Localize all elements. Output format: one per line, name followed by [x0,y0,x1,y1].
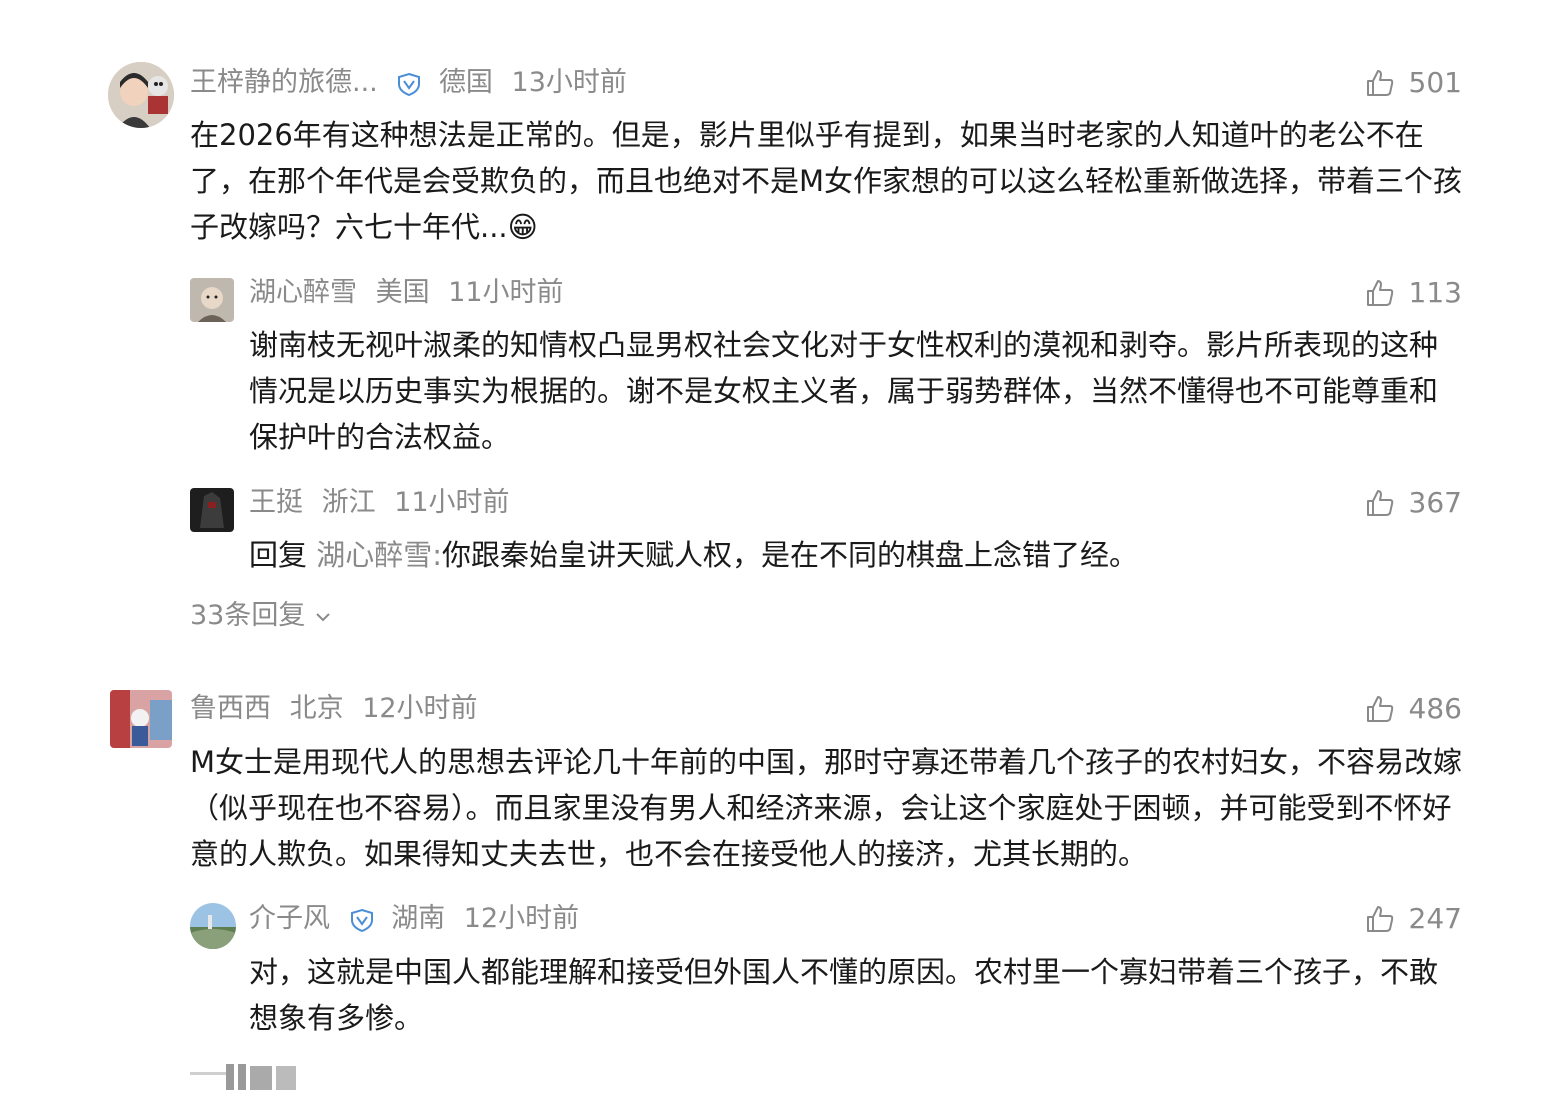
like-button[interactable]: 367 [1365,485,1462,521]
like-button[interactable]: 501 [1365,65,1462,101]
reply-meta: 王挺 浙江 11小时前 [249,485,520,521]
more-replies-label: 33条回复 [190,600,306,631]
timestamp: 11小时前 [394,487,510,518]
like-count: 367 [1408,486,1462,519]
avatar[interactable] [190,903,236,949]
like-button[interactable]: 247 [1365,901,1462,937]
comment-meta: 鲁西西 北京 12小时前 [190,691,488,727]
reply-text: 对，这就是中国人都能理解和接受但外国人不懂的原因。农村里一个寡妇带着三个孩子，不… [249,955,1439,1035]
avatar[interactable] [190,488,234,532]
thumbs-up-icon [1366,490,1393,516]
location: 浙江 [321,487,376,518]
thumbs-up-icon [1366,906,1393,932]
more-replies-link[interactable]: 33条回复 [190,598,332,634]
timestamp: 12小时前 [463,903,580,934]
chevron-down-icon [316,612,330,621]
thumbs-up-icon [1366,70,1393,96]
username[interactable]: 王挺 [249,487,303,518]
verified-badge-icon [398,72,421,96]
verified-badge-icon [350,908,373,932]
like-count: 501 [1408,66,1462,99]
comment-meta: 王梓静的旅德... 德国 13小时前 [190,65,637,101]
thumbs-up-icon [1366,696,1393,722]
timestamp: 11小时前 [448,277,564,308]
avatar[interactable] [108,62,174,128]
avatar[interactable] [190,278,234,322]
reply-text: 回复 湖心醉雪:你跟秦始皇讲天赋人权，是在不同的棋盘上念错了经。 [249,532,1464,578]
reply-text: 谢南枝无视叶淑柔的知情权凸显男权社会文化对于女性权利的漠视和剥夺。影片所表现的这… [249,328,1439,454]
timestamp: 13小时前 [511,67,627,98]
reply-meta: 介子风 湖南 12小时前 [249,901,589,937]
like-button[interactable]: 113 [1365,275,1462,311]
location: 德国 [438,67,493,98]
reply-prefix: 回复 [249,538,308,572]
comment-text: 在2026年有这种想法是正常的。但是，影片里似乎有提到，如果当时老家的人知道叶的… [190,118,1463,244]
username[interactable]: 介子风 [249,903,330,934]
username[interactable]: 鲁西西 [190,693,271,724]
like-count: 486 [1408,692,1462,725]
thumbs-up-icon [1366,280,1393,306]
reply-meta: 湖心醉雪 美国 11小时前 [249,275,574,311]
reply-body: 你跟秦始皇讲天赋人权，是在不同的棋盘上念错了经。 [442,538,1139,572]
avatar[interactable] [110,690,172,748]
comment-text: M女士是用现代人的思想去评论几十年前的中国，那时守寡还带着几个孩子的农村妇女，不… [190,745,1463,871]
like-count: 247 [1408,902,1462,935]
username[interactable]: 湖心醉雪 [249,277,357,308]
like-button[interactable]: 486 [1365,691,1462,727]
like-count: 113 [1408,276,1462,309]
location: 美国 [375,277,430,308]
timestamp: 12小时前 [362,693,478,724]
reply-target-link[interactable]: 湖心醉雪: [316,538,442,572]
location: 湖南 [391,903,446,934]
location: 北京 [289,693,344,724]
username[interactable]: 王梓静的旅德... [190,67,378,98]
truncated-content [190,1060,310,1090]
